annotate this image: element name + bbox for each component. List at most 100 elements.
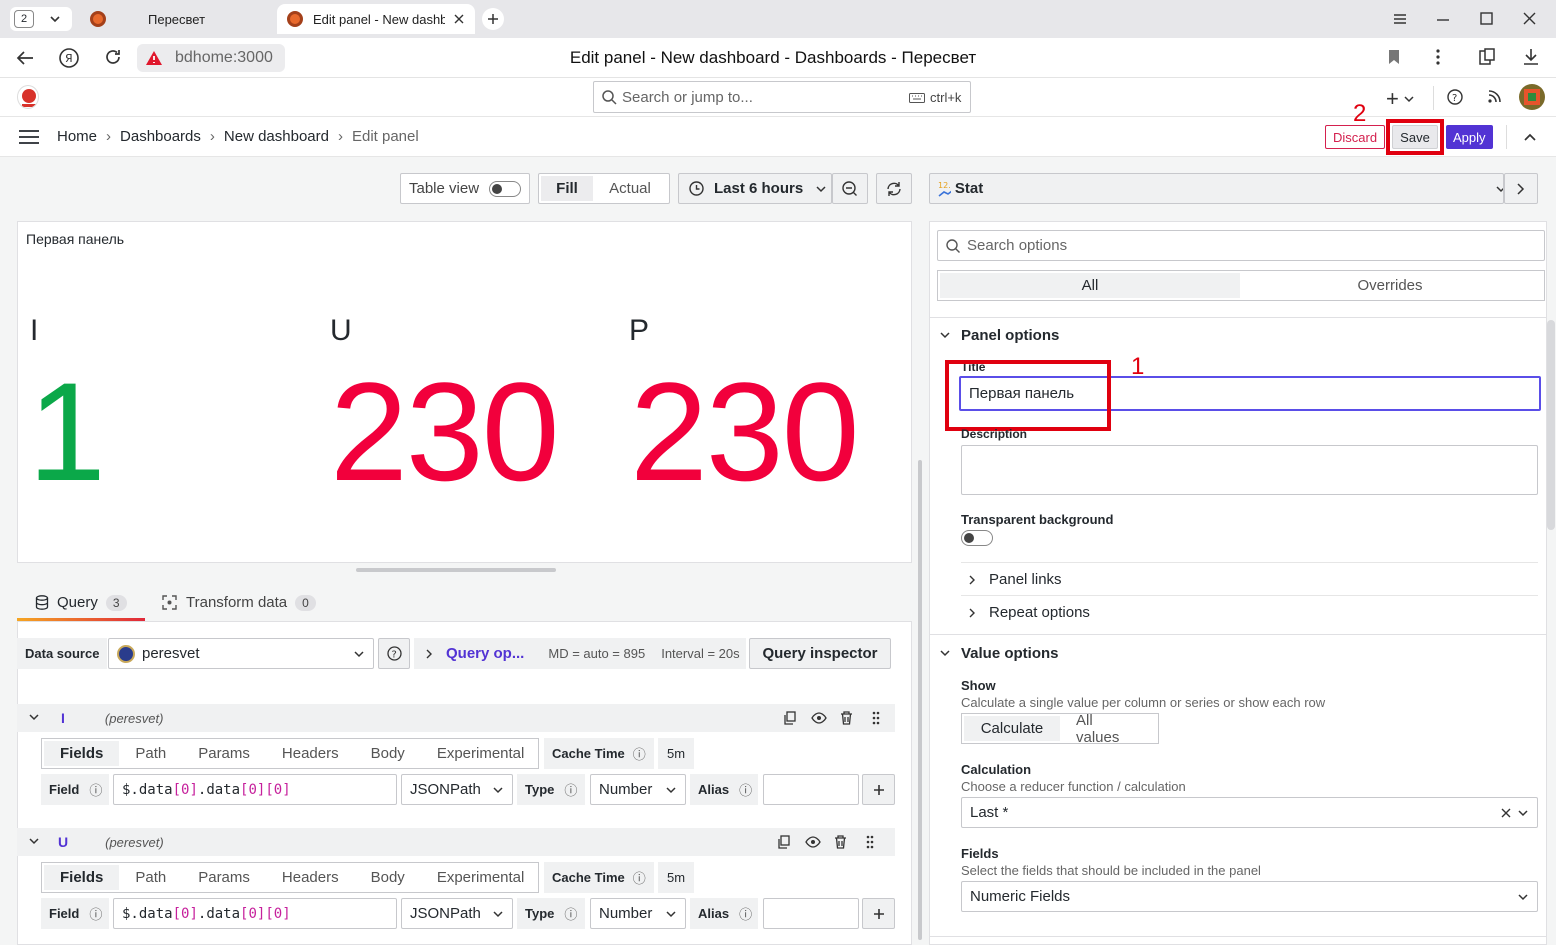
save-button[interactable]: Save bbox=[1392, 125, 1438, 149]
trash-icon[interactable] bbox=[840, 711, 853, 725]
field-type-select[interactable]: JSONPath bbox=[401, 898, 513, 929]
panel-links-section[interactable]: Panel links bbox=[969, 571, 1062, 588]
news-feed-icon[interactable] bbox=[1487, 89, 1502, 104]
table-view-toggle[interactable]: Table view bbox=[400, 173, 530, 204]
field-path-input[interactable]: $.data[0] .data[0][0] bbox=[113, 898, 397, 929]
url-field[interactable]: bdhome:3000 bbox=[137, 44, 285, 72]
tab-overrides[interactable]: Overrides bbox=[1240, 273, 1540, 298]
collections-icon[interactable] bbox=[1478, 48, 1496, 66]
panel-title[interactable]: Первая панель bbox=[26, 231, 124, 247]
new-tab-button[interactable] bbox=[482, 8, 504, 30]
visualization-picker[interactable]: 12.4 Stat bbox=[929, 173, 1504, 204]
subtab-body[interactable]: Body bbox=[355, 865, 421, 890]
more-menu-icon[interactable] bbox=[1436, 49, 1440, 65]
refresh-button[interactable] bbox=[876, 173, 912, 204]
trash-icon[interactable] bbox=[834, 835, 847, 849]
window-close-icon[interactable] bbox=[1523, 12, 1536, 25]
query-inspector-button[interactable]: Query inspector bbox=[749, 638, 891, 669]
tab-counter-group[interactable]: 2 bbox=[10, 7, 72, 31]
bookmark-icon[interactable] bbox=[1388, 49, 1400, 65]
actual-option[interactable]: Actual bbox=[593, 176, 667, 201]
subtab-experimental[interactable]: Experimental bbox=[421, 741, 541, 766]
add-field-button[interactable] bbox=[862, 898, 895, 929]
clear-icon[interactable] bbox=[1501, 808, 1511, 818]
discard-button[interactable]: Discard bbox=[1325, 125, 1386, 149]
help-icon[interactable]: ? bbox=[1447, 89, 1463, 105]
search-input[interactable]: Search or jump to... ctrl+k bbox=[593, 81, 971, 113]
subtab-fields[interactable]: Fields bbox=[44, 865, 120, 890]
yandex-icon[interactable]: Я bbox=[58, 47, 80, 69]
alias-input[interactable] bbox=[763, 774, 859, 805]
panel-options-section-header[interactable]: Panel options bbox=[940, 327, 1059, 344]
chevron-up-icon[interactable] bbox=[1524, 132, 1536, 142]
fill-option[interactable]: Fill bbox=[541, 176, 593, 201]
resize-handle[interactable] bbox=[356, 568, 556, 572]
query-options-link[interactable]: Query op... bbox=[446, 645, 524, 662]
query-options-bar[interactable]: Query op... MD = auto = 895 Interval = 2… bbox=[414, 638, 746, 669]
show-all-values-option[interactable]: All values bbox=[1060, 712, 1154, 746]
subtab-body[interactable]: Body bbox=[355, 741, 421, 766]
tab-query[interactable]: Query 3 bbox=[35, 594, 127, 611]
value-options-section-header[interactable]: Value options bbox=[940, 645, 1059, 662]
time-range-picker[interactable]: Last 6 hours bbox=[678, 173, 832, 204]
fields-select[interactable]: Numeric Fields bbox=[961, 881, 1538, 912]
reload-icon[interactable] bbox=[104, 48, 122, 66]
value-type-select[interactable]: Number bbox=[590, 774, 686, 805]
add-field-button[interactable] bbox=[862, 774, 895, 805]
calculation-select[interactable]: Last * bbox=[961, 797, 1538, 828]
zoom-out-button[interactable] bbox=[832, 173, 868, 204]
cache-time-value[interactable]: 5m bbox=[658, 862, 694, 893]
tab-all[interactable]: All bbox=[940, 273, 1240, 298]
subtab-params[interactable]: Params bbox=[182, 741, 266, 766]
new-menu-button[interactable]: + bbox=[1386, 86, 1415, 112]
browser-tab-peresvet[interactable]: Пересвет bbox=[80, 4, 275, 34]
query-row-header-i[interactable]: I (peresvet) bbox=[17, 704, 895, 732]
eye-icon[interactable] bbox=[804, 836, 821, 848]
alias-input[interactable] bbox=[763, 898, 859, 929]
field-type-select[interactable]: JSONPath bbox=[401, 774, 513, 805]
duplicate-icon[interactable] bbox=[783, 711, 797, 725]
download-icon[interactable] bbox=[1523, 48, 1539, 66]
options-collapse-button[interactable] bbox=[1504, 173, 1538, 204]
drag-handle-icon[interactable] bbox=[866, 835, 874, 849]
subtab-headers[interactable]: Headers bbox=[266, 741, 355, 766]
duplicate-icon[interactable] bbox=[777, 835, 790, 849]
maximize-icon[interactable] bbox=[1480, 12, 1493, 25]
description-textarea[interactable] bbox=[961, 445, 1538, 495]
subtab-headers[interactable]: Headers bbox=[266, 865, 355, 890]
datasource-picker[interactable]: peresvet bbox=[108, 638, 374, 669]
query-row-name[interactable]: U bbox=[58, 834, 68, 850]
tabs-menu-icon[interactable] bbox=[1393, 13, 1407, 25]
breadcrumb-new-dashboard[interactable]: New dashboard bbox=[224, 128, 329, 145]
user-avatar[interactable] bbox=[1519, 84, 1545, 110]
tab-transform-data[interactable]: Transform data 0 bbox=[162, 594, 316, 611]
subtab-path[interactable]: Path bbox=[119, 865, 182, 890]
vertical-scrollbar[interactable] bbox=[918, 460, 922, 940]
subtab-path[interactable]: Path bbox=[119, 741, 182, 766]
query-row-header-u[interactable]: U (peresvet) bbox=[17, 828, 895, 856]
toggle-switch[interactable] bbox=[489, 180, 522, 197]
value-type-select[interactable]: Number bbox=[590, 898, 686, 929]
transparent-background-toggle[interactable] bbox=[961, 530, 993, 546]
browser-tab-edit-panel[interactable]: Edit panel - New dashb... bbox=[277, 4, 475, 34]
options-scrollbar[interactable] bbox=[1547, 320, 1555, 530]
cache-time-value[interactable]: 5m bbox=[658, 738, 694, 769]
peresvet-logo-icon[interactable] bbox=[17, 85, 39, 109]
back-arrow-icon[interactable] bbox=[16, 50, 34, 66]
subtab-fields[interactable]: Fields bbox=[44, 741, 120, 766]
menu-icon[interactable] bbox=[19, 130, 39, 144]
query-row-name[interactable]: I bbox=[61, 710, 65, 726]
search-options-input[interactable]: Search options bbox=[937, 230, 1545, 261]
datasource-help-button[interactable]: ? bbox=[378, 638, 410, 669]
subtab-experimental[interactable]: Experimental bbox=[421, 865, 541, 890]
close-icon[interactable] bbox=[453, 13, 465, 25]
eye-icon[interactable] bbox=[811, 712, 828, 724]
breadcrumb-dashboards[interactable]: Dashboards bbox=[120, 128, 201, 145]
apply-button[interactable]: Apply bbox=[1446, 125, 1493, 149]
minimize-icon[interactable] bbox=[1436, 18, 1450, 22]
breadcrumb-home[interactable]: Home bbox=[57, 128, 97, 145]
repeat-options-section[interactable]: Repeat options bbox=[969, 604, 1090, 621]
drag-handle-icon[interactable] bbox=[872, 711, 880, 725]
subtab-params[interactable]: Params bbox=[182, 865, 266, 890]
field-path-input[interactable]: $.data[0] .data[0][0] bbox=[113, 774, 397, 805]
